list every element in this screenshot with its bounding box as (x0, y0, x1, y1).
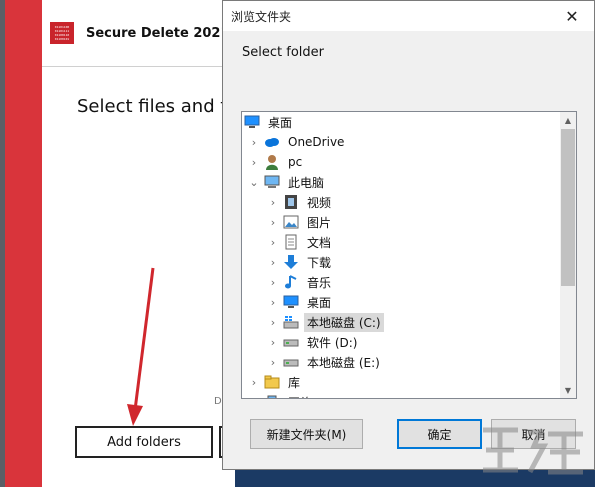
chevron-right-icon[interactable]: › (248, 376, 260, 389)
tree-item-label: 软件 (D:) (307, 335, 358, 350)
tree-item[interactable]: › 音乐 (242, 272, 576, 292)
chevron-right-icon[interactable]: › (267, 336, 279, 349)
tree-item-label: 文档 (307, 235, 332, 250)
tree-item[interactable]: › 本地磁盘 (E:) (242, 352, 576, 372)
user-icon (264, 154, 280, 170)
chevron-right-icon[interactable]: › (267, 296, 279, 309)
page-heading: Select files and f (77, 96, 222, 117)
tree-item-label: 本地磁盘 (C:) (304, 312, 384, 332)
library-icon (264, 374, 280, 390)
chevron-right-icon[interactable]: › (267, 256, 279, 269)
scroll-up-icon[interactable]: ▲ (560, 112, 576, 128)
brand-sidebar-stripe (5, 0, 42, 487)
dialog-title: 浏览文件夹 (231, 10, 292, 24)
drive-icon (283, 354, 299, 370)
tree-item[interactable]: › pc (242, 152, 568, 172)
drive-icon (283, 334, 299, 350)
scroll-thumb[interactable] (561, 129, 575, 286)
tree-item-label: 网络 (285, 393, 315, 399)
tree-item-label: 音乐 (307, 275, 332, 290)
chevron-right-icon[interactable]: › (267, 236, 279, 249)
tree-item-label: 此电脑 (288, 175, 325, 190)
desktop-icon (283, 294, 299, 310)
app-title: Secure Delete 2021 (86, 26, 230, 41)
add-folders-button[interactable]: Add folders (75, 426, 213, 458)
hidden-text-fragment: D (214, 396, 222, 407)
download-icon (283, 254, 299, 270)
tree-item-label: 图片 (307, 215, 332, 230)
desktop-icon (244, 114, 260, 130)
computer-icon (264, 174, 280, 190)
tree-item-label: 桌面 (307, 295, 332, 310)
chevron-right-icon[interactable]: › (248, 396, 260, 399)
network-icon (264, 394, 280, 398)
tree-item-label: 库 (288, 375, 301, 390)
chevron-down-icon[interactable]: ⌄ (248, 176, 260, 189)
dialog-description: Select folder (242, 45, 324, 60)
folder-tree[interactable]: ›网络›库›本地磁盘 (E:)›软件 (D:)›本地磁盘 (C:)›桌面›音乐›… (241, 111, 577, 399)
close-icon[interactable]: ✕ (550, 1, 594, 31)
tree-item[interactable]: 桌面 (242, 112, 564, 132)
music-icon (283, 274, 299, 290)
tree-item-label: 桌面 (268, 115, 293, 130)
tree-item[interactable]: › 文档 (242, 232, 576, 252)
tree-item[interactable]: › 库 (242, 372, 568, 392)
chevron-right-icon[interactable]: › (248, 156, 260, 169)
chevron-right-icon[interactable]: › (248, 136, 260, 149)
tree-item[interactable]: › 软件 (D:) (242, 332, 576, 352)
tree-item-label: OneDrive (288, 135, 345, 149)
cancel-button[interactable]: 取消 (491, 419, 576, 449)
new-folder-button[interactable]: 新建文件夹(M) (250, 419, 363, 449)
dialog-titlebar: 浏览文件夹 ✕ (223, 1, 594, 31)
pictures-icon (283, 214, 299, 230)
tree-item[interactable]: › 桌面 (242, 292, 576, 312)
tree-scrollbar[interactable]: ▲ ▼ (560, 112, 576, 398)
ok-button[interactable]: 确定 (397, 419, 482, 449)
tree-item-label: 下载 (307, 255, 332, 270)
scroll-down-icon[interactable]: ▼ (560, 382, 576, 398)
tree-item[interactable]: › OneDrive (242, 132, 568, 152)
chevron-right-icon[interactable]: › (267, 316, 279, 329)
tree-item[interactable]: › 网络 (242, 392, 568, 399)
windows-drive-icon (283, 314, 299, 330)
tree-item-label: 视频 (307, 195, 332, 210)
tree-item-label: pc (288, 155, 303, 169)
tree-item[interactable]: › 下载 (242, 252, 576, 272)
video-icon (283, 194, 299, 210)
documents-icon (283, 234, 299, 250)
browse-folder-dialog: 浏览文件夹 ✕ Select folder ›网络›库›本地磁盘 (E:)›软件… (222, 0, 595, 470)
chevron-right-icon[interactable]: › (267, 196, 279, 209)
onedrive-cloud-icon (264, 134, 280, 150)
chevron-right-icon[interactable]: › (267, 216, 279, 229)
tree-item[interactable]: ⌄ 此电脑 (242, 172, 568, 192)
app-logo-icon: 01101100 01101111 01100110 01100101 (50, 22, 74, 44)
tree-item[interactable]: › 本地磁盘 (C:) (242, 312, 576, 332)
chevron-right-icon[interactable]: › (267, 356, 279, 369)
chevron-right-icon[interactable]: › (267, 276, 279, 289)
tree-item[interactable]: › 视频 (242, 192, 576, 212)
tree-item[interactable]: › 图片 (242, 212, 576, 232)
tree-item-label: 本地磁盘 (E:) (307, 355, 380, 370)
